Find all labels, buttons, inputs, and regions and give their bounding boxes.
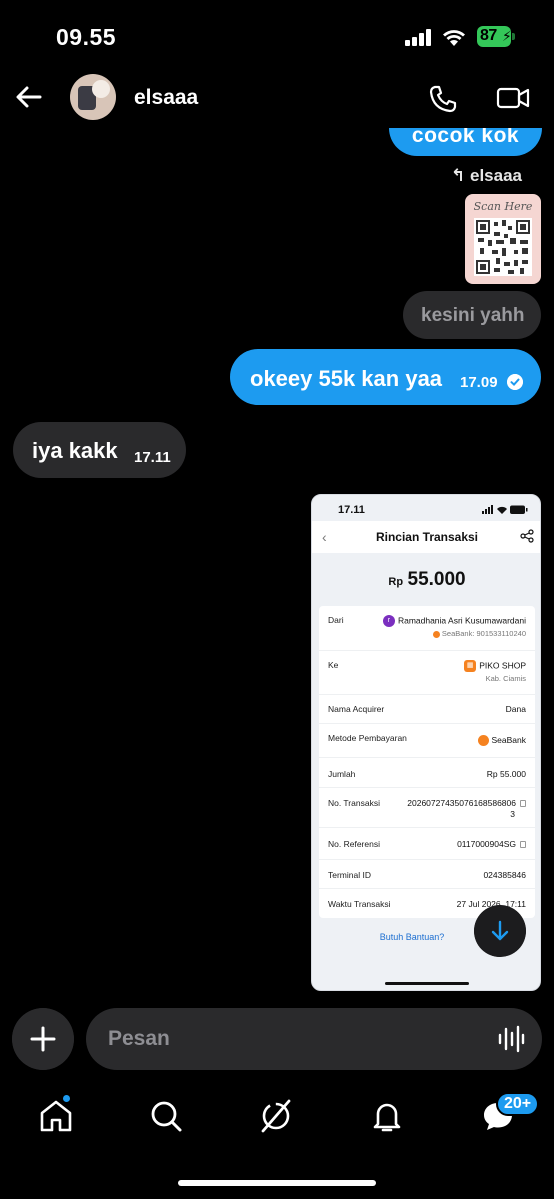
add-attachment-button[interactable] [12, 1008, 74, 1070]
detail-row-ke: Ke ▦ PIKO SHOP Kab. Ciamis [319, 651, 535, 695]
back-arrow-icon[interactable] [14, 82, 44, 112]
battery-level: 87 [480, 27, 497, 44]
home-notification-dot [61, 1093, 72, 1104]
qr-caption: Scan Here [473, 200, 533, 213]
message-text: iya kakk [32, 438, 118, 463]
reply-icon: ↰ [451, 166, 466, 185]
home-indicator [178, 1180, 376, 1186]
detail-row-acquirer: Nama Acquirer Dana [319, 695, 535, 724]
receipt-status-icons [482, 505, 528, 514]
receipt-status-time: 17.11 [338, 504, 365, 516]
messages-badge: 20+ [496, 1092, 540, 1116]
nav-search-icon[interactable] [148, 1098, 184, 1134]
currency-label: Rp [388, 576, 404, 588]
message-time: 17.09 [460, 374, 498, 391]
status-time: 09.55 [56, 24, 117, 50]
scroll-down-button[interactable] [474, 905, 526, 957]
copy-icon [520, 841, 526, 849]
detail-row-dari: Dari r Ramadhania Asri Kusumawardani SeaB… [319, 606, 535, 651]
battery-icon: 87 ⚡ [477, 26, 515, 47]
detail-row-metode: Metode Pembayaran SeaBank [319, 724, 535, 758]
nav-notifications-icon[interactable] [369, 1098, 405, 1134]
read-check-icon [507, 374, 523, 390]
message-bubble-received[interactable]: kesini yahh [403, 291, 541, 339]
detail-row-jumlah: Jumlah Rp 55.000 [319, 758, 535, 788]
video-call-icon[interactable] [496, 85, 530, 111]
chat-area[interactable]: cocok kok ↰ elsaaa Scan Here kesini yahh [0, 128, 554, 1000]
message-bubble-sent[interactable]: cocok kok [389, 128, 542, 156]
message-bubble-sent[interactable]: okeey 55k kan yaa 17.09 [230, 349, 541, 405]
receipt-header: ‹ Rincian Transaksi [312, 521, 540, 553]
receipt-title: Rincian Transaksi [375, 530, 479, 544]
detail-row-referensi: No. Referensi 0117000904SG [319, 828, 535, 860]
message-text: okeey 55k kan yaa [250, 366, 443, 391]
receipt-home-indicator [385, 982, 469, 985]
signal-icon [405, 29, 433, 46]
seabank-mini-icon [432, 630, 440, 638]
amount-value: 55.000 [407, 569, 466, 590]
contact-name[interactable]: elsaaa [134, 86, 198, 110]
detail-row-transaksi: No. Transaksi 20260727435076168586806 3 [319, 788, 535, 828]
message-time: 17.11 [134, 449, 171, 466]
voice-message-icon[interactable] [497, 1024, 525, 1054]
detail-row-terminal: Terminal ID 024385846 [319, 860, 535, 889]
copy-icon [520, 800, 526, 808]
nav-grok-icon[interactable] [258, 1098, 294, 1134]
shop-icon: ▦ [464, 660, 477, 672]
reply-name: elsaaa [470, 166, 522, 185]
reply-indicator: ↰ elsaaa [451, 166, 522, 186]
qr-image-message[interactable]: Scan Here [465, 194, 541, 284]
receipt-amount: Rp 55.000 [312, 569, 540, 591]
phone-call-icon[interactable] [428, 84, 458, 114]
seabank-icon [477, 735, 489, 747]
qr-code-image [474, 218, 532, 276]
message-bubble-received[interactable]: iya kakk 17.11 [13, 422, 186, 478]
sender-initial-icon: r [382, 615, 395, 627]
wifi-icon [443, 30, 465, 46]
receipt-details: Dari r Ramadhania Asri Kusumawardani SeaB… [319, 606, 535, 918]
message-input[interactable] [86, 1008, 542, 1070]
share-icon [520, 529, 534, 543]
avatar[interactable] [70, 74, 116, 120]
